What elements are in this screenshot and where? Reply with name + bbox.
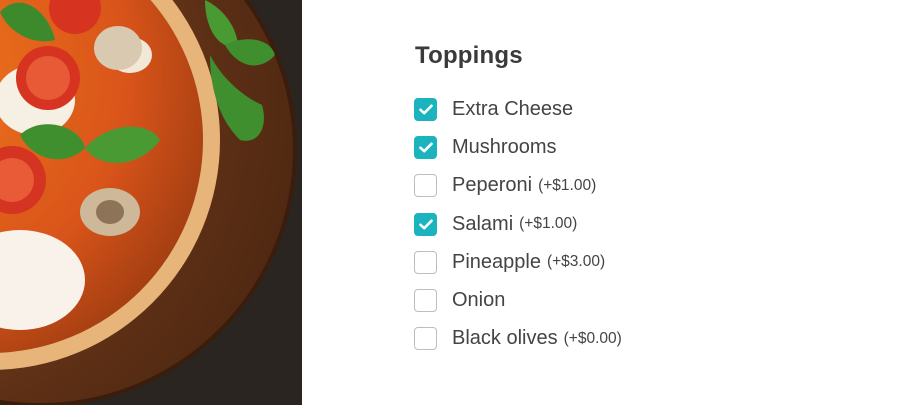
checkbox[interactable]: [414, 288, 437, 312]
toppings-panel: Toppings Extra Cheese Mushrooms Peperoni…: [302, 0, 905, 405]
topping-price: (+$3.00): [546, 253, 606, 271]
checkmark-icon: [418, 104, 433, 115]
topping-option-salami[interactable]: Salami (+$1.00): [414, 212, 622, 237]
toppings-title: Toppings: [415, 42, 523, 69]
topping-option-black-olives[interactable]: Black olives (+$0.00): [414, 326, 622, 351]
checkmark-icon: [418, 219, 433, 230]
pizza-photo: [0, 0, 302, 405]
topping-option-extra-cheese[interactable]: Extra Cheese: [414, 97, 622, 122]
topping-label: Pineapple: [452, 250, 541, 273]
topping-price: (+$1.00): [538, 176, 597, 194]
toppings-list: Extra Cheese Mushrooms Peperoni (+$1.00)…: [414, 97, 622, 364]
checkbox[interactable]: [414, 98, 437, 121]
topping-option-onion[interactable]: Onion: [414, 288, 622, 313]
topping-label: Extra Cheese: [452, 98, 574, 120]
checkbox[interactable]: [414, 136, 437, 160]
topping-option-pineapple[interactable]: Pineapple (+$3.00): [414, 250, 622, 275]
topping-label: Mushrooms: [452, 136, 557, 159]
checkmark-icon: [418, 142, 433, 153]
topping-label: Black olives: [452, 327, 558, 350]
topping-price: (+$1.00): [519, 215, 578, 233]
checkbox[interactable]: [414, 212, 437, 236]
topping-option-peperoni[interactable]: Peperoni (+$1.00): [414, 173, 622, 198]
topping-option-mushrooms[interactable]: Mushrooms: [414, 135, 622, 160]
checkbox[interactable]: [414, 174, 437, 198]
topping-price: (+$0.00): [563, 329, 622, 347]
topping-label: Onion: [452, 288, 506, 311]
checkbox[interactable]: [414, 250, 437, 274]
checkbox[interactable]: [414, 327, 437, 351]
topping-label: Salami: [452, 212, 514, 235]
topping-label: Peperoni: [452, 174, 533, 197]
